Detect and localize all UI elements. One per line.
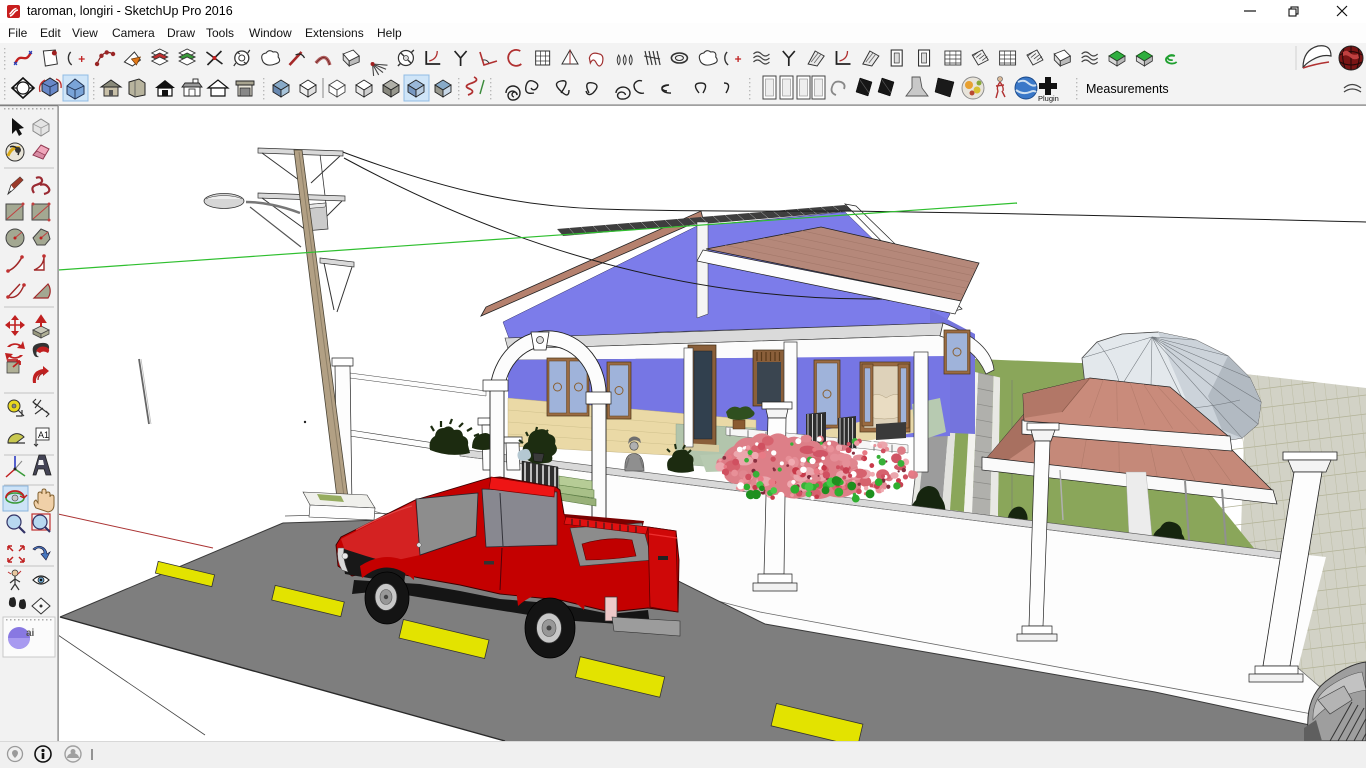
svg-text:Plugin: Plugin	[1038, 94, 1059, 103]
svg-text:Measurements: Measurements	[1086, 82, 1169, 96]
svg-text:ai: ai	[26, 628, 35, 639]
svg-text:A1: A1	[38, 430, 49, 440]
